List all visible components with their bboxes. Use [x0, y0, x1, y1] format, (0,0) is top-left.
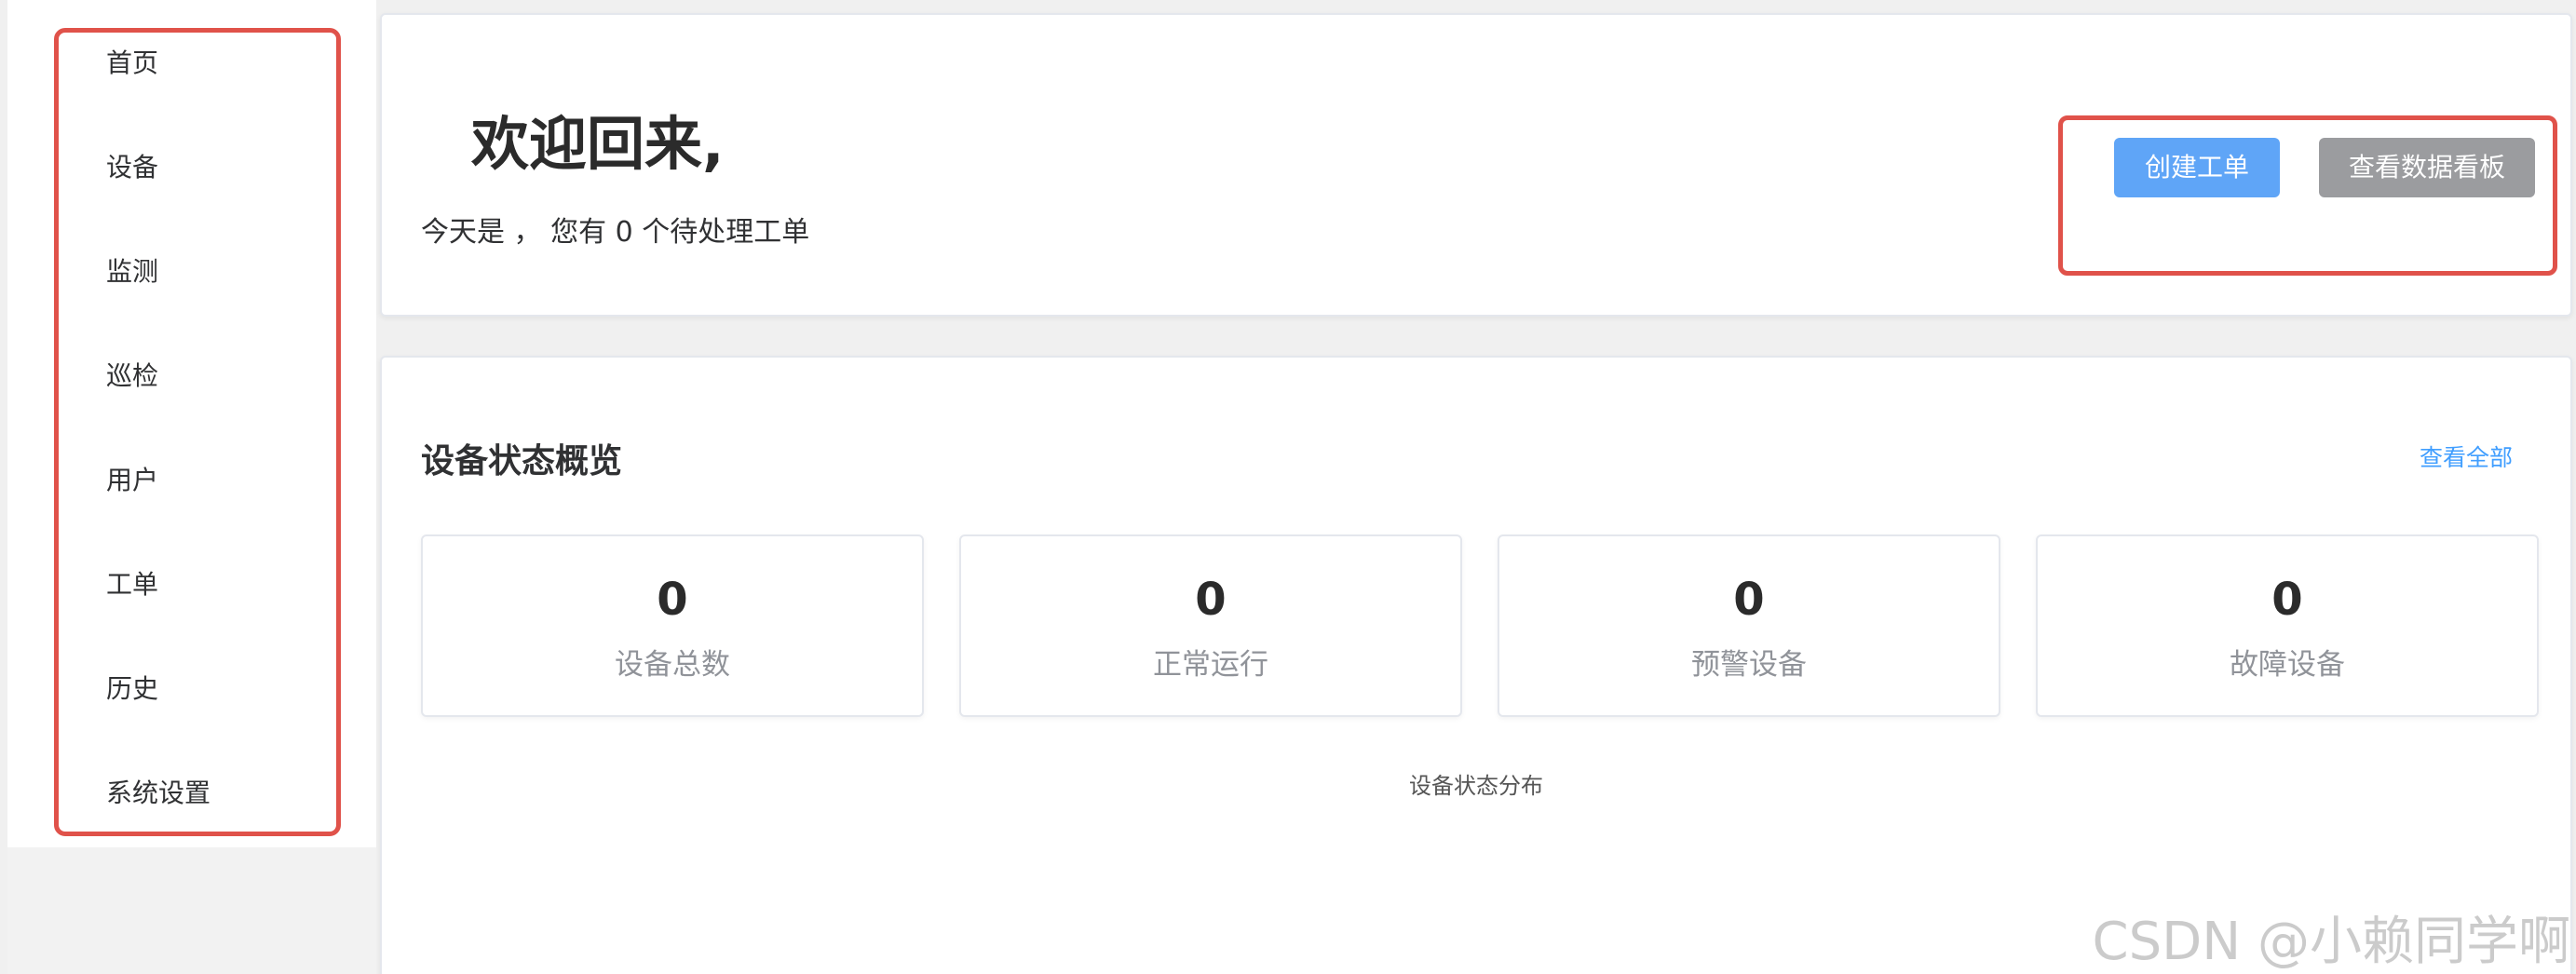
stat-value: 0 — [657, 574, 688, 626]
sidebar-item-history[interactable]: 历史 — [106, 661, 158, 717]
sidebar-item-home[interactable]: 首页 — [106, 35, 158, 91]
stat-value: 0 — [1195, 574, 1227, 626]
welcome-subtitle: 今天是 ， 您有 0 个待处理工单 — [421, 216, 810, 249]
stat-value: 0 — [1733, 574, 1765, 626]
stat-label: 预警设备 — [1691, 648, 1807, 682]
sidebar: 首页 设备 监测 巡检 用户 工单 历史 系统设置 — [7, 0, 376, 847]
sidebar-item-monitoring[interactable]: 监测 — [106, 244, 158, 300]
stat-card-total: 0 设备总数 — [421, 534, 924, 717]
sidebar-item-work-orders[interactable]: 工单 — [106, 557, 158, 613]
stat-card-warning: 0 预警设备 — [1498, 534, 2000, 717]
device-overview-card: 设备状态概览 查看全部 0 设备总数 0 正常运行 0 预警设备 0 故障设备 … — [380, 356, 2572, 974]
create-work-order-button[interactable]: 创建工单 — [2114, 138, 2280, 197]
status-distribution-title: 设备状态分布 — [1409, 773, 1543, 799]
stat-label: 故障设备 — [2230, 648, 2345, 682]
sidebar-item-inspection[interactable]: 巡检 — [106, 348, 158, 404]
sidebar-item-users[interactable]: 用户 — [106, 453, 158, 508]
sidebar-footer — [7, 847, 376, 974]
stat-label: 正常运行 — [1153, 648, 1268, 682]
stat-card-normal: 0 正常运行 — [959, 534, 1462, 717]
welcome-card: 欢迎回来, 今天是 ， 您有 0 个待处理工单 创建工单 查看数据看板 — [380, 13, 2572, 317]
app-root: 首页 设备 监测 巡检 用户 工单 历史 系统设置 欢迎回来, 今天是 ， 您有… — [0, 0, 2576, 974]
stat-value: 0 — [2271, 574, 2303, 626]
sidebar-item-devices[interactable]: 设备 — [106, 140, 158, 196]
sidebar-item-system-settings[interactable]: 系统设置 — [106, 765, 210, 821]
view-all-link[interactable]: 查看全部 — [2420, 440, 2513, 473]
watermark: CSDN @小赖同学啊 — [2092, 912, 2570, 972]
view-dashboard-button[interactable]: 查看数据看板 — [2319, 138, 2535, 197]
overview-title: 设备状态概览 — [421, 442, 623, 480]
stat-label: 设备总数 — [615, 648, 730, 682]
welcome-title: 欢迎回来, — [471, 110, 725, 178]
stat-card-fault: 0 故障设备 — [2036, 534, 2539, 717]
